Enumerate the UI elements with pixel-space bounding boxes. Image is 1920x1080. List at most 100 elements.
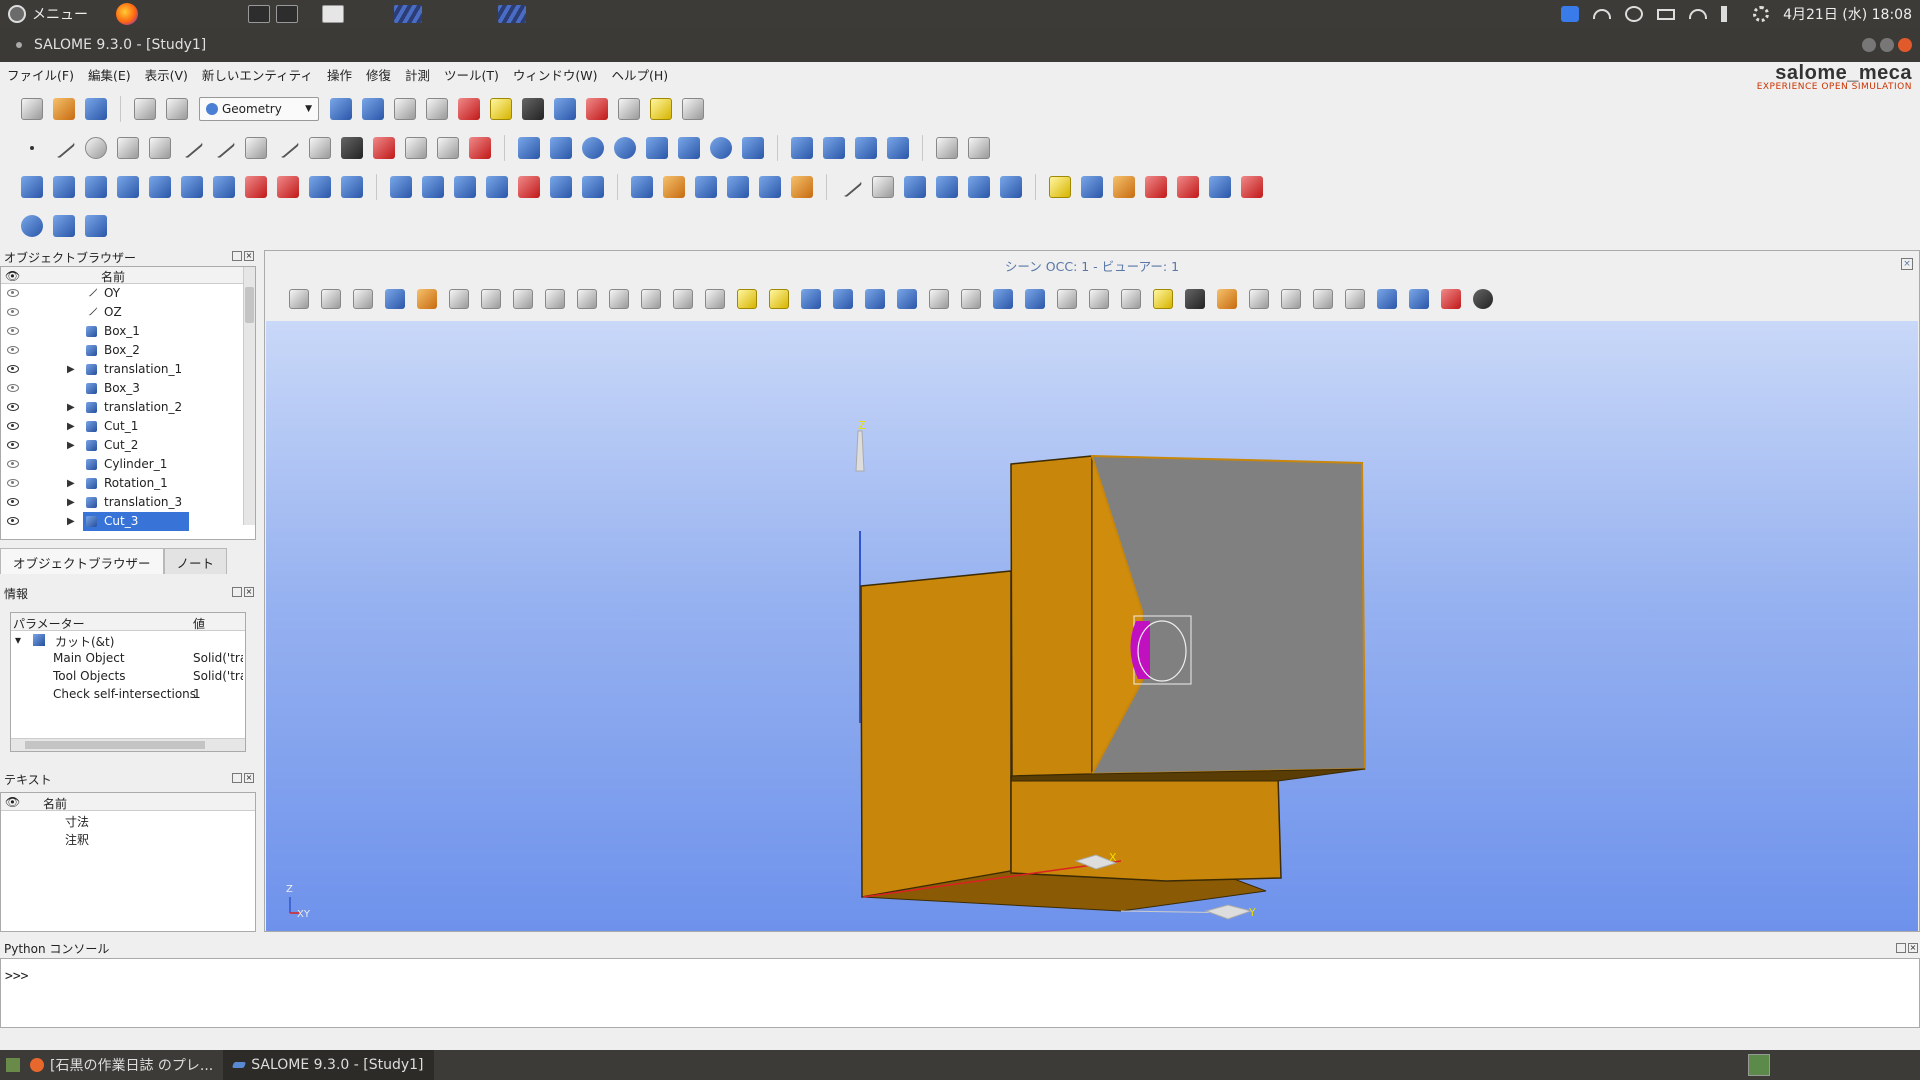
left-view-icon[interactable]: [865, 289, 885, 309]
right-view-icon[interactable]: [897, 289, 917, 309]
tree-item-oy[interactable]: OY: [1, 284, 255, 303]
zoom-meeting-icon[interactable]: [1561, 6, 1580, 22]
limit-tolerance-icon[interactable]: [1209, 176, 1231, 198]
working-plane-icon[interactable]: [405, 137, 427, 159]
yacs-module-button[interactable]: [458, 98, 480, 120]
point-icon[interactable]: [21, 137, 43, 159]
visibility-eye-icon[interactable]: [7, 460, 19, 468]
network-icon[interactable]: [1593, 9, 1612, 19]
menu-window[interactable]: ウィンドウ(W): [506, 65, 605, 84]
global-pan-icon[interactable]: [641, 289, 661, 309]
value-column-header[interactable]: 値: [193, 615, 205, 632]
stereo-icon[interactable]: [1313, 289, 1333, 309]
fillet-icon[interactable]: [663, 176, 685, 198]
check-shape-icon[interactable]: [1081, 176, 1103, 198]
undock-icon[interactable]: [1896, 943, 1906, 953]
plane-face-icon[interactable]: [742, 137, 764, 159]
copy-icon[interactable]: [134, 98, 156, 120]
maximize-button[interactable]: [1880, 38, 1894, 52]
globe-module-button[interactable]: [554, 98, 576, 120]
multi-rotation-icon[interactable]: [309, 176, 331, 198]
volume-icon[interactable]: [1721, 6, 1739, 22]
section-icon[interactable]: [887, 137, 909, 159]
geometry-module-button[interactable]: [330, 98, 352, 120]
expand-arrow-icon[interactable]: ▶: [67, 421, 75, 432]
thickness-icon[interactable]: [518, 176, 540, 198]
close-dock-icon[interactable]: ×: [244, 587, 254, 597]
zoom-icon[interactable]: [577, 289, 597, 309]
window-menu-icon[interactable]: [16, 42, 22, 48]
info-horizontal-scrollbar[interactable]: [11, 738, 245, 751]
wifi-icon[interactable]: [1689, 9, 1708, 19]
disk-icon[interactable]: [710, 137, 732, 159]
front-view-icon[interactable]: [737, 289, 757, 309]
tree-item-oz[interactable]: OZ: [1, 303, 255, 322]
terminal-launcher-icon[interactable]: [276, 5, 298, 23]
fillet-1d-icon[interactable]: [727, 176, 749, 198]
close-viewer-icon[interactable]: ×: [1901, 258, 1913, 270]
environment-texture-icon[interactable]: [1409, 289, 1429, 309]
tree-item-cut-1[interactable]: ▶ Cut_1: [1, 417, 255, 436]
taskbar-item-salome[interactable]: SALOME 9.3.0 - [Study1]: [223, 1050, 434, 1080]
visibility-eye-icon[interactable]: [7, 517, 19, 525]
sphere-icon[interactable]: [582, 137, 604, 159]
info-row[interactable]: Check self-intersections 1: [11, 685, 245, 703]
param-column-header[interactable]: パラメーター: [13, 615, 85, 632]
salome-launcher-icon[interactable]: [394, 5, 422, 23]
visibility-eye-icon[interactable]: [7, 308, 19, 316]
scrollbar-thumb[interactable]: [25, 741, 205, 749]
circle-icon[interactable]: [85, 137, 107, 159]
presets-icon[interactable]: [1121, 289, 1141, 309]
visibility-eye-icon[interactable]: [7, 327, 19, 335]
torus-icon[interactable]: [614, 137, 636, 159]
clone-view-icon[interactable]: [1025, 289, 1045, 309]
revolution-icon[interactable]: [422, 176, 444, 198]
reset-view-icon[interactable]: [993, 289, 1013, 309]
tree-item-cut-3[interactable]: ▶ Cut_3: [1, 512, 255, 531]
polyline-icon[interactable]: [276, 137, 300, 159]
menu-view[interactable]: 表示(V): [138, 65, 195, 84]
open-document-icon[interactable]: [53, 98, 75, 120]
menu-new-entity[interactable]: 新しいエンティティ: [195, 65, 320, 84]
rectangle-selection-icon[interactable]: [385, 289, 405, 309]
info-root-row[interactable]: ▾ カット(&t): [11, 631, 245, 649]
location-icon[interactable]: [85, 176, 107, 198]
hexablock-module-button[interactable]: [522, 98, 544, 120]
menu-file[interactable]: ファイル(F): [0, 65, 81, 84]
sew-icon[interactable]: [1145, 176, 1167, 198]
pipe-icon[interactable]: [486, 176, 508, 198]
eficas-e-button[interactable]: [682, 98, 704, 120]
tab-object-browser[interactable]: オブジェクトブラウザー: [0, 548, 164, 574]
array-icon[interactable]: [341, 176, 363, 198]
offset-icon[interactable]: [181, 176, 203, 198]
curve-icon[interactable]: [180, 137, 204, 159]
shoot-view-icon[interactable]: [1089, 289, 1109, 309]
expand-arrow-icon[interactable]: ▶: [67, 516, 75, 527]
shape-process-icon[interactable]: [791, 176, 813, 198]
menu-operations[interactable]: 操作: [320, 65, 359, 84]
rectangle-icon[interactable]: [678, 137, 700, 159]
ray-tracing-icon[interactable]: [1345, 289, 1365, 309]
arc-icon[interactable]: [149, 137, 171, 159]
sketch-icon[interactable]: [341, 137, 363, 159]
info-row[interactable]: Tool Objects Solid('tra: [11, 667, 245, 685]
face-icon[interactable]: [904, 176, 926, 198]
text-annotation-tree[interactable]: 👁 名前 寸法 注釈: [0, 792, 256, 932]
close-dock-icon[interactable]: ×: [244, 251, 254, 261]
close-dock-icon[interactable]: ×: [1908, 943, 1918, 953]
vector-icon[interactable]: [212, 137, 236, 159]
sync-icon[interactable]: [1625, 6, 1644, 22]
scrollbar-thumb[interactable]: [245, 287, 254, 323]
visibility-eye-icon[interactable]: [7, 384, 19, 392]
light-source-icon[interactable]: [1441, 289, 1461, 309]
smesh-module-button[interactable]: [362, 98, 384, 120]
files-launcher-icon[interactable]: [248, 5, 270, 23]
tree-vertical-scrollbar[interactable]: [243, 267, 255, 525]
partition-icon[interactable]: [550, 176, 572, 198]
tree-item-cylinder-1[interactable]: Cylinder_1: [1, 455, 255, 474]
isoline-icon[interactable]: [437, 137, 459, 159]
settings-gear-icon[interactable]: [1753, 6, 1770, 22]
show-desktop-icon[interactable]: [6, 1058, 20, 1072]
line-icon[interactable]: [52, 137, 76, 159]
fillet-2d-icon[interactable]: [759, 176, 781, 198]
